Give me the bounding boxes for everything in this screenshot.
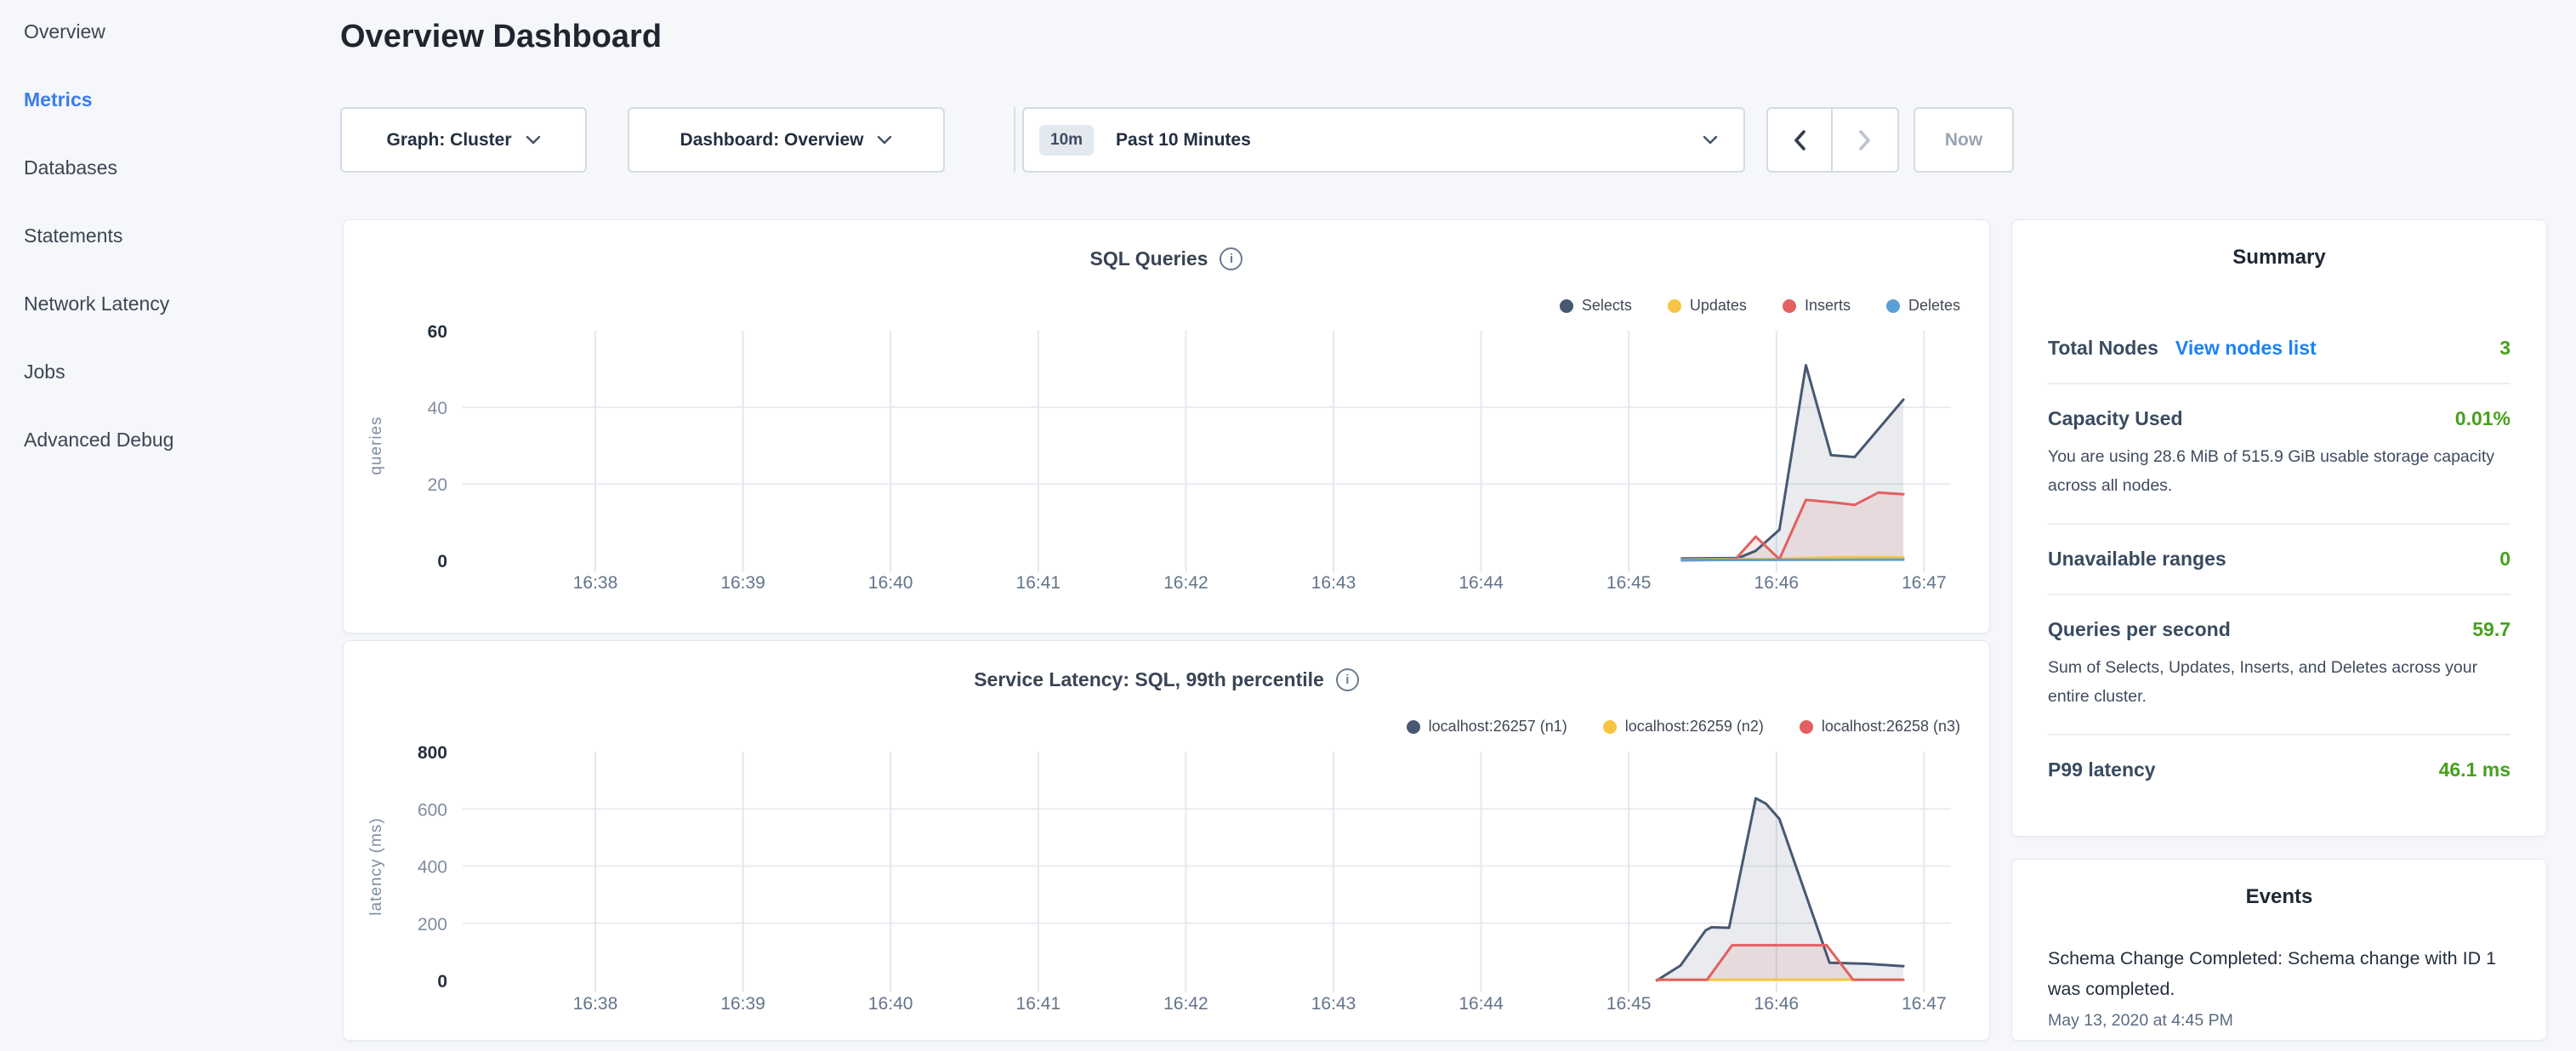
graph-dropdown-label: Graph: Cluster <box>386 130 511 151</box>
chart-svg: 0 20 40 60 16:38 16:39 16:40 16:41 16:42 16:43 16:… <box>344 311 1991 605</box>
svg-text:16:42: 16:42 <box>1163 573 1208 593</box>
dashboard-dropdown-label: Dashboard: Overview <box>680 130 864 151</box>
chevron-left-icon <box>1793 129 1806 151</box>
controls-divider <box>1014 107 1015 173</box>
svg-text:16:41: 16:41 <box>1016 994 1061 1014</box>
chart-title: SQL Queries <box>1090 247 1208 270</box>
svg-text:40: 40 <box>428 399 447 418</box>
svg-text:0: 0 <box>437 972 447 991</box>
chevron-right-icon <box>1858 129 1872 151</box>
events-panel: Events Schema Change Completed: Schema c… <box>2011 859 2547 1041</box>
svg-text:16:43: 16:43 <box>1311 573 1356 593</box>
service-latency-chart-card: Service Latency: SQL, 99th percentile i l… <box>343 640 1990 1041</box>
svg-text:16:38: 16:38 <box>573 994 618 1014</box>
summary-row-label: Queries per second <box>2048 618 2231 641</box>
time-prev-button[interactable] <box>1768 109 1833 171</box>
sidebar-item-advanced-debug[interactable]: Advanced Debug <box>24 426 340 453</box>
summary-row-value: 3 <box>2499 337 2511 360</box>
summary-row-label: Total Nodes <box>2048 337 2158 360</box>
summary-row-value: 46.1 ms <box>2439 758 2511 781</box>
summary-panel: Summary Total Nodes View nodes list 3 Capac… <box>2011 219 2547 837</box>
chart-plot[interactable]: 0 200 400 600 800 16:38 16:39 16:40 16:41 16:42 16… <box>344 730 1991 1024</box>
svg-text:400: 400 <box>418 858 447 878</box>
sidebar-item-overview[interactable]: Overview <box>24 18 340 45</box>
view-nodes-list-link[interactable]: View nodes list <box>2175 337 2317 360</box>
svg-text:800: 800 <box>418 743 447 763</box>
svg-text:200: 200 <box>418 915 447 935</box>
dashboard-dropdown[interactable]: Dashboard: Overview <box>628 107 945 173</box>
chevron-down-icon <box>1703 135 1718 145</box>
summary-row-label: P99 latency <box>2048 758 2156 781</box>
svg-text:0: 0 <box>437 552 447 571</box>
sidebar-item-statements[interactable]: Statements <box>24 222 340 249</box>
sidebar-item-jobs[interactable]: Jobs <box>24 358 340 385</box>
sidebar: Overview Metrics Databases Statements Networ… <box>0 0 340 1051</box>
summary-row: Capacity Used 0.01% You are using 28.6 MiB… <box>2048 383 2511 523</box>
sidebar-item-network-latency[interactable]: Network Latency <box>24 290 340 317</box>
svg-text:latency (ms): latency (ms) <box>367 817 385 915</box>
svg-text:16:45: 16:45 <box>1606 573 1652 593</box>
chevron-down-icon <box>526 135 541 145</box>
svg-text:16:45: 16:45 <box>1606 994 1652 1014</box>
graph-dropdown[interactable]: Graph: Cluster <box>340 107 587 173</box>
svg-text:16:39: 16:39 <box>720 994 765 1014</box>
time-range-label: Past 10 Minutes <box>1116 130 1703 151</box>
time-range-badge: 10m <box>1039 125 1094 156</box>
chart-title: Service Latency: SQL, 99th percentile <box>974 668 1324 690</box>
svg-text:60: 60 <box>428 322 447 342</box>
event-timestamp: May 13, 2020 at 4:45 PM <box>2048 1011 2511 1031</box>
svg-text:16:40: 16:40 <box>868 573 913 593</box>
summary-row: Unavailable ranges 0 <box>2048 523 2511 594</box>
summary-title: Summary <box>2048 220 2511 270</box>
summary-row: Total Nodes View nodes list 3 <box>2048 314 2511 383</box>
svg-text:16:39: 16:39 <box>720 573 765 593</box>
svg-text:16:46: 16:46 <box>1754 994 1800 1014</box>
svg-text:16:41: 16:41 <box>1016 573 1061 593</box>
summary-row: P99 latency 46.1 ms <box>2048 734 2511 804</box>
chevron-down-icon <box>877 135 892 145</box>
time-next-button[interactable] <box>1833 109 1897 171</box>
summary-row-label: Unavailable ranges <box>2048 548 2226 571</box>
events-title: Events <box>2048 860 2511 909</box>
chart-plot[interactable]: 0 20 40 60 16:38 16:39 16:40 16:41 16:42 16:43 16:… <box>344 311 1991 605</box>
page-title: Overview Dashboard <box>340 19 662 55</box>
summary-row-value: 0.01% <box>2455 407 2511 430</box>
svg-text:16:47: 16:47 <box>1902 994 1947 1014</box>
svg-text:16:43: 16:43 <box>1311 994 1356 1014</box>
svg-text:16:40: 16:40 <box>868 994 913 1014</box>
sidebar-item-metrics[interactable]: Metrics <box>24 86 340 113</box>
summary-row-value: 59.7 <box>2472 618 2511 641</box>
summary-row-description: You are using 28.6 MiB of 515.9 GiB usab… <box>2048 442 2511 500</box>
svg-text:16:38: 16:38 <box>573 573 618 593</box>
chart-svg: 0 200 400 600 800 16:38 16:39 16:40 16:41 16:42 16… <box>344 730 1991 1024</box>
summary-row: Queries per second 59.7 Sum of Selects, Up… <box>2048 594 2511 734</box>
svg-text:16:42: 16:42 <box>1163 994 1208 1014</box>
svg-text:queries: queries <box>367 416 385 474</box>
info-icon[interactable]: i <box>1336 668 1359 691</box>
sql-queries-chart-card: SQL Queriesi SelectsUpdatesInsertsDelete… <box>343 219 1990 633</box>
sidebar-item-databases[interactable]: Databases <box>24 154 340 181</box>
svg-text:20: 20 <box>428 475 447 495</box>
event-text: Schema Change Completed: Schema change w… <box>2048 943 2511 1004</box>
info-icon[interactable]: i <box>1220 247 1243 270</box>
summary-row-label: Capacity Used <box>2048 407 2183 430</box>
svg-text:16:44: 16:44 <box>1459 994 1504 1014</box>
svg-text:600: 600 <box>418 800 447 820</box>
summary-row-description: Sum of Selects, Updates, Inserts, and De… <box>2048 653 2511 711</box>
svg-text:16:47: 16:47 <box>1902 573 1947 593</box>
svg-text:16:46: 16:46 <box>1754 573 1800 593</box>
svg-text:16:44: 16:44 <box>1459 573 1504 593</box>
time-range-dropdown[interactable]: 10m Past 10 Minutes <box>1022 107 1745 173</box>
time-step-buttons <box>1766 107 1899 173</box>
summary-row-value: 0 <box>2499 548 2511 571</box>
now-button[interactable]: Now <box>1914 107 2014 173</box>
